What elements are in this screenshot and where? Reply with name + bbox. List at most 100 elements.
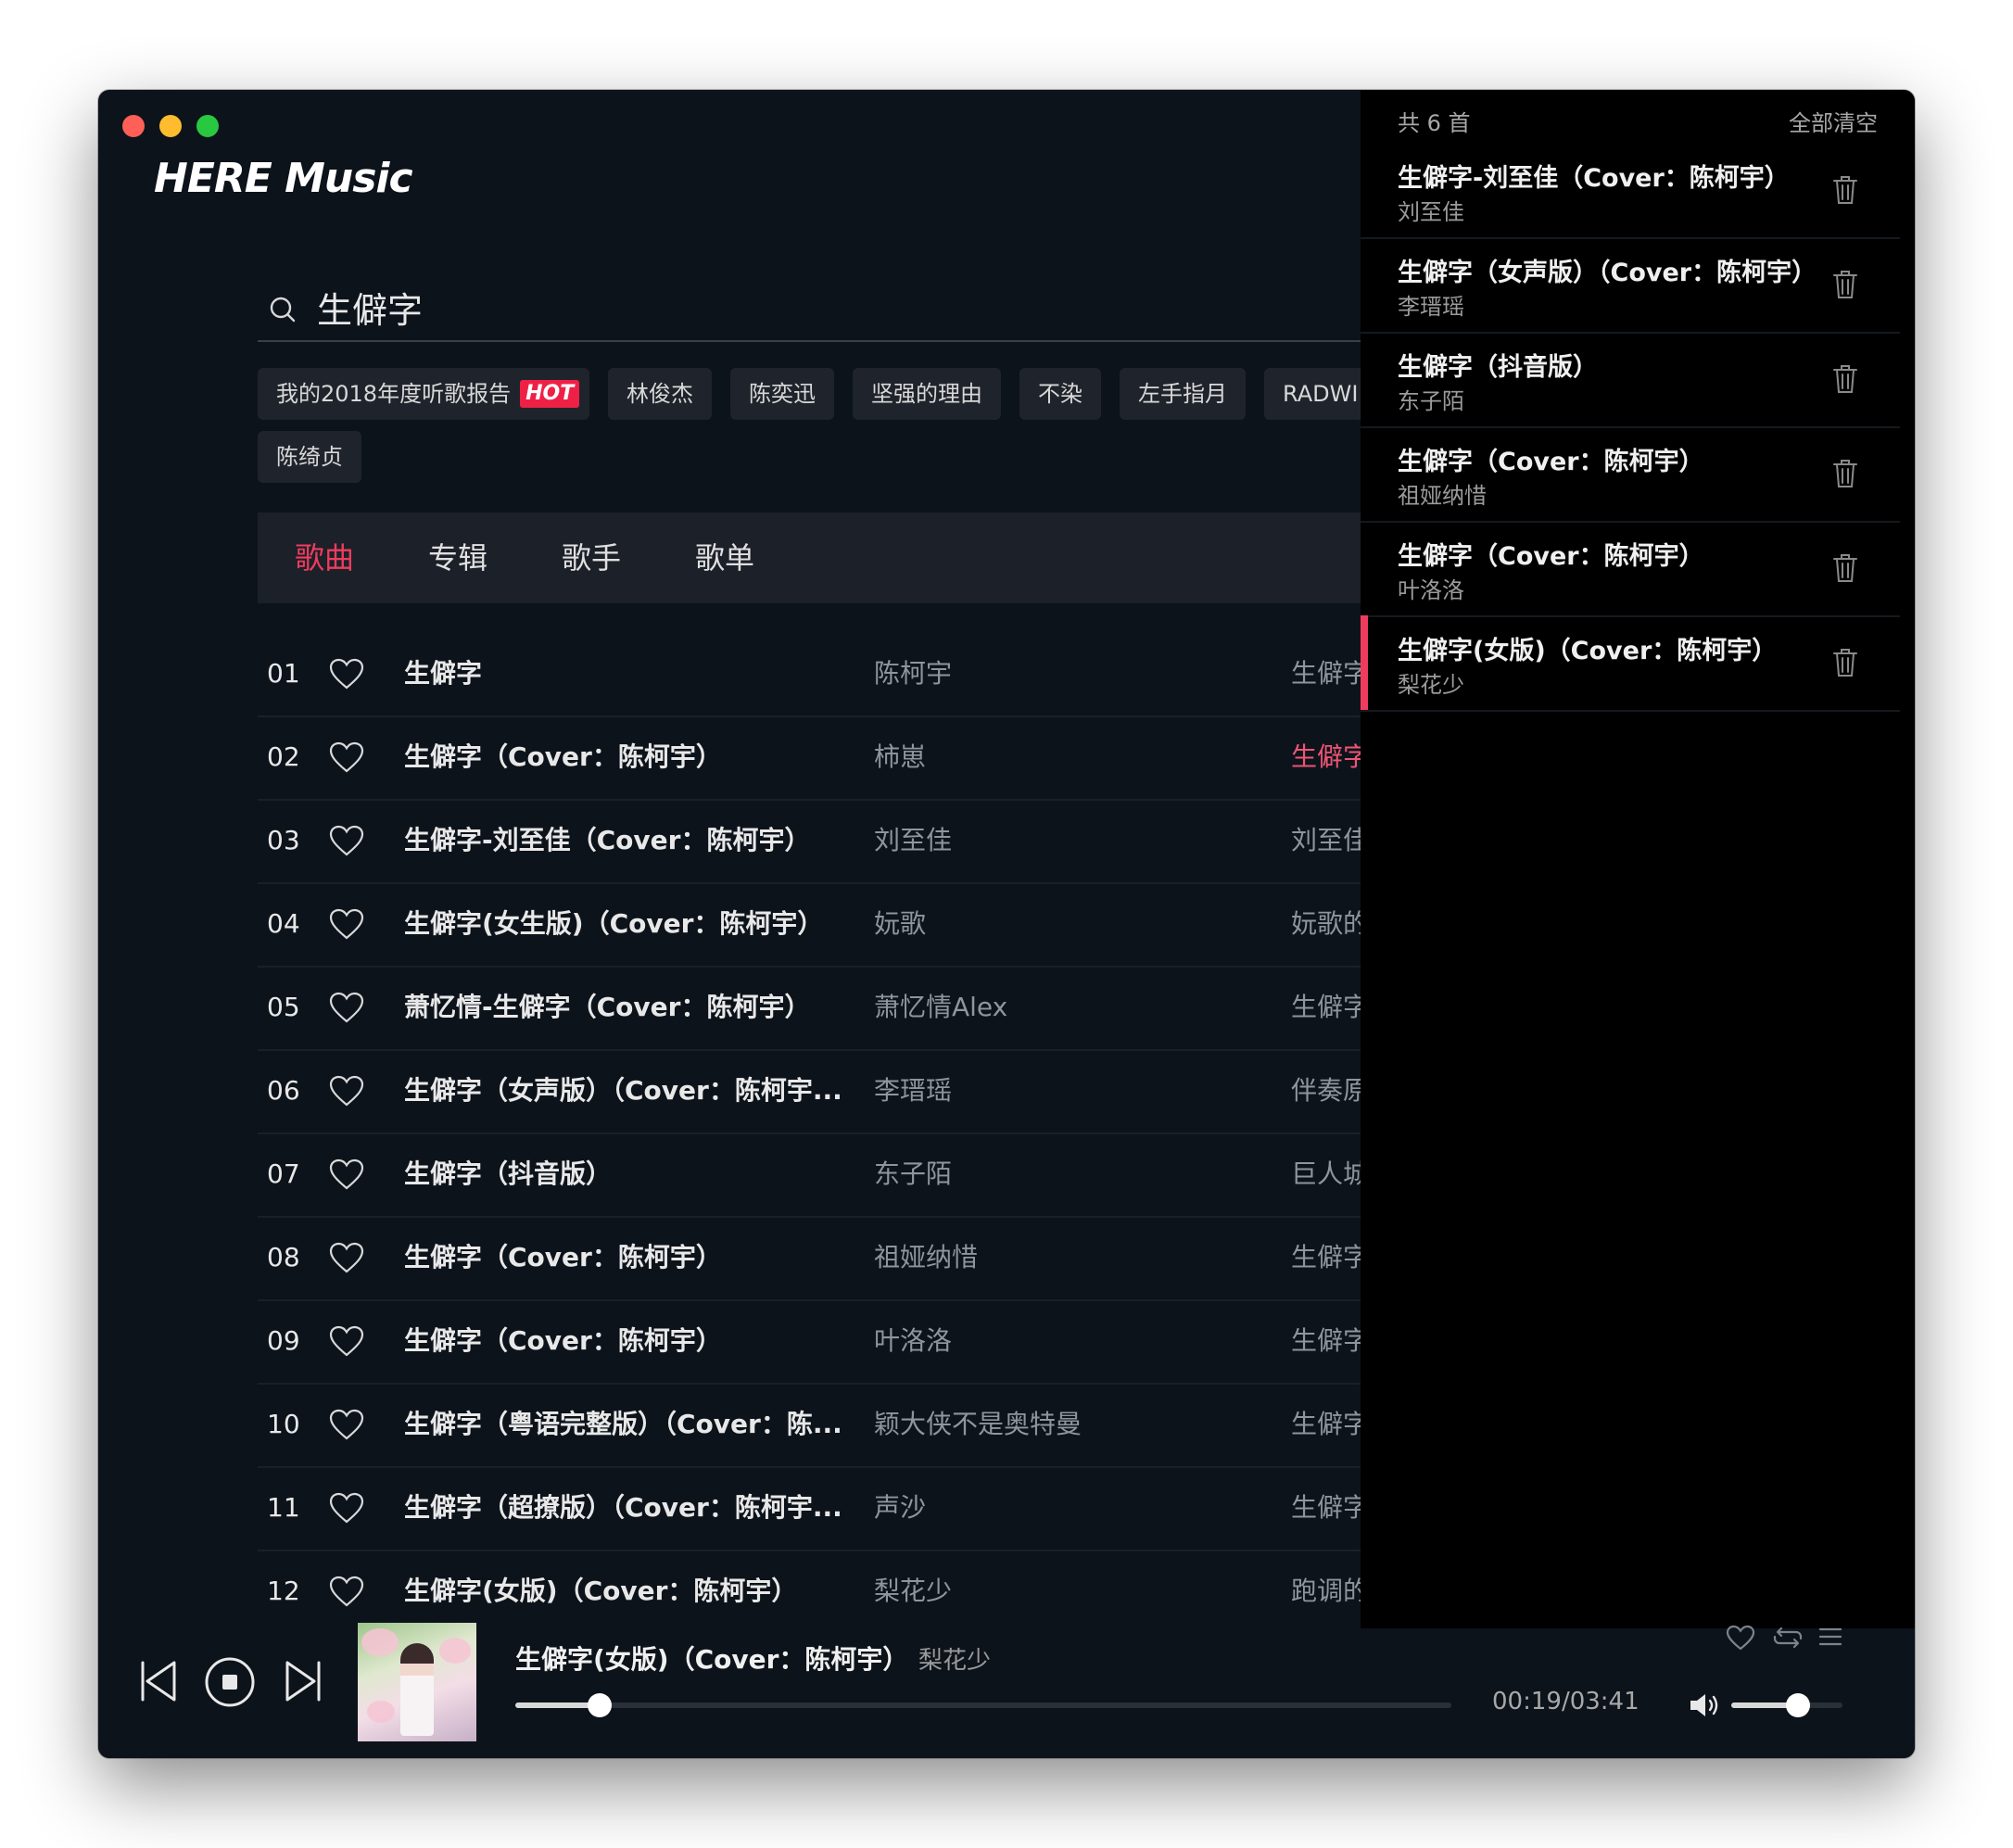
queue-item-title: 生僻字（抖音版）: [1398, 353, 1598, 382]
song-title[interactable]: 生僻字-刘至佳（Cover：陈柯宇）: [404, 799, 849, 882]
search-input[interactable]: [317, 281, 1336, 333]
stop-icon[interactable]: [204, 1656, 256, 1708]
song-row[interactable]: 02 生僻字（Cover：陈柯宇） 柿崽 生僻字: [258, 715, 1462, 801]
song-row[interactable]: 10 生僻字（粤语完整版）（Cover：陈... 颖大侠不是奥特曼 生僻字: [258, 1383, 1462, 1468]
volume-icon[interactable]: [1689, 1691, 1720, 1719]
zoom-window-button[interactable]: [196, 115, 219, 137]
heart-icon[interactable]: [328, 1491, 365, 1525]
song-title[interactable]: 生僻字（Cover：陈柯宇）: [404, 715, 849, 799]
song-artist[interactable]: 颖大侠不是奥特曼: [874, 1383, 1245, 1466]
song-artist[interactable]: 祖娅纳惜: [874, 1216, 1245, 1299]
heart-icon[interactable]: [1726, 1625, 1755, 1651]
volume-slider[interactable]: [1731, 1693, 1842, 1717]
heart-icon[interactable]: [328, 1324, 365, 1358]
song-row[interactable]: 01 生僻字 陈柯宇 生僻字: [258, 632, 1462, 717]
tag-item[interactable]: 陈绮贞: [258, 431, 361, 483]
song-title[interactable]: 生僻字(女生版)（Cover：陈柯宇）: [404, 882, 849, 966]
close-window-button[interactable]: [122, 115, 145, 137]
song-row[interactable]: 03 生僻字-刘至佳（Cover：陈柯宇） 刘至佳 刘至佳: [258, 799, 1462, 884]
total-time: 03:41: [1569, 1688, 1640, 1715]
song-row[interactable]: 06 生僻字（女声版）（Cover：陈柯宇... 李瑨瑶 伴奏原: [258, 1049, 1462, 1134]
tab-albums[interactable]: 专辑: [428, 513, 487, 603]
trash-icon[interactable]: [1831, 363, 1859, 395]
song-title[interactable]: 生僻字（超撩版）（Cover：陈柯宇...: [404, 1466, 849, 1550]
song-title[interactable]: 生僻字（抖音版）: [404, 1133, 849, 1216]
tag-item[interactable]: 陈奕迅: [730, 368, 834, 420]
song-row[interactable]: 05 萧忆情-生僻字（Cover：陈柯宇） 萧忆情Alex 生僻字: [258, 966, 1462, 1051]
search-bar: [258, 275, 1462, 342]
song-row[interactable]: 07 生僻字（抖音版） 东子陌 巨人城: [258, 1133, 1462, 1218]
clear-queue-button[interactable]: 全部清空: [1789, 105, 1878, 137]
queue-count: 共 6 首: [1398, 110, 1471, 136]
song-artist[interactable]: 刘至佳: [874, 799, 1245, 882]
song-title[interactable]: 生僻字（女声版）（Cover：陈柯宇...: [404, 1049, 849, 1133]
previous-icon[interactable]: [139, 1660, 178, 1702]
song-artist[interactable]: 叶洛洛: [874, 1299, 1245, 1383]
heart-icon[interactable]: [328, 907, 365, 941]
song-title[interactable]: 生僻字（Cover：陈柯宇）: [404, 1216, 849, 1299]
playlist-icon[interactable]: [1818, 1625, 1842, 1649]
trash-icon[interactable]: [1831, 458, 1859, 489]
song-title[interactable]: 萧忆情-生僻字（Cover：陈柯宇）: [404, 966, 849, 1049]
heart-icon[interactable]: [328, 1158, 365, 1191]
tab-songs[interactable]: 歌曲: [295, 513, 354, 603]
tag-item[interactable]: 林俊杰: [608, 368, 712, 420]
song-artist[interactable]: 柿崽: [874, 715, 1245, 799]
queue-item[interactable]: 生僻字（Cover：陈柯宇） 叶洛洛: [1361, 521, 1900, 617]
queue-item[interactable]: 生僻字（抖音版） 东子陌: [1361, 332, 1900, 428]
tag-item[interactable]: 坚强的理由: [853, 368, 1001, 420]
song-artist[interactable]: 东子陌: [874, 1133, 1245, 1216]
song-row[interactable]: 09 生僻字（Cover：陈柯宇） 叶洛洛 生僻字: [258, 1299, 1462, 1385]
queue-item[interactable]: 生僻字（女声版）（Cover：陈柯宇） 李瑨瑶: [1361, 237, 1900, 334]
tab-artists[interactable]: 歌手: [562, 513, 621, 603]
heart-icon[interactable]: [328, 740, 365, 774]
heart-icon[interactable]: [328, 1241, 365, 1274]
song-title[interactable]: 生僻字（粤语完整版）（Cover：陈...: [404, 1383, 849, 1466]
repeat-icon[interactable]: [1772, 1625, 1804, 1651]
song-artist[interactable]: 妧歌: [874, 882, 1245, 966]
trash-icon[interactable]: [1831, 552, 1859, 584]
heart-icon[interactable]: [328, 1074, 365, 1108]
minimize-window-button[interactable]: [159, 115, 182, 137]
queue-item[interactable]: 生僻字-刘至佳（Cover：陈柯宇） 刘至佳: [1361, 143, 1900, 239]
trash-icon[interactable]: [1831, 269, 1859, 300]
search-icon: [270, 297, 296, 323]
tag-annual-report[interactable]: 我的2018年度听歌报告 HOT: [258, 368, 589, 420]
volume-knob[interactable]: [1786, 1693, 1810, 1717]
progress-knob[interactable]: [587, 1693, 612, 1717]
heart-icon[interactable]: [328, 1408, 365, 1441]
queue-item-artist: 李瑨瑶: [1398, 294, 1464, 320]
now-playing-artist: 梨花少: [918, 1647, 992, 1675]
player-bar: 生僻字(女版)（Cover：陈柯宇） 梨花少 00:19/03:41: [98, 1623, 1915, 1758]
play-queue-panel: 共 6 首 全部清空 生僻字-刘至佳（Cover：陈柯宇） 刘至佳 生僻字（女声版）…: [1361, 90, 1915, 1628]
queue-item[interactable]: 生僻字（Cover：陈柯宇） 祖娅纳惜: [1361, 426, 1900, 523]
current-time: 00:19: [1492, 1688, 1562, 1715]
song-row[interactable]: 04 生僻字(女生版)（Cover：陈柯宇） 妧歌 妧歌的: [258, 882, 1462, 968]
tag-item[interactable]: RADWI: [1264, 368, 1375, 420]
queue-item-artist: 东子陌: [1398, 388, 1464, 414]
song-row[interactable]: 08 生僻字（Cover：陈柯宇） 祖娅纳惜 生僻字: [258, 1216, 1462, 1301]
song-row[interactable]: 11 生僻字（超撩版）（Cover：陈柯宇... 声沙 生僻字: [258, 1466, 1462, 1551]
queue-item-current[interactable]: 生僻字(女版)（Cover：陈柯宇） 梨花少: [1361, 615, 1900, 712]
song-artist[interactable]: 萧忆情Alex: [874, 966, 1245, 1049]
song-number: 07: [267, 1158, 300, 1189]
song-artist[interactable]: 梨花少: [874, 1550, 1245, 1633]
heart-icon[interactable]: [328, 1575, 365, 1608]
trash-icon[interactable]: [1831, 647, 1859, 678]
heart-icon[interactable]: [328, 824, 365, 857]
trash-icon[interactable]: [1831, 174, 1859, 206]
song-artist[interactable]: 陈柯宇: [874, 632, 1245, 715]
tag-item[interactable]: 不染: [1019, 368, 1101, 420]
heart-icon[interactable]: [328, 657, 365, 690]
progress-bar[interactable]: [515, 1693, 1451, 1717]
tag-item[interactable]: 左手指月: [1120, 368, 1246, 420]
song-title[interactable]: 生僻字(女版)（Cover：陈柯宇）: [404, 1550, 849, 1633]
next-icon[interactable]: [284, 1660, 323, 1702]
song-title[interactable]: 生僻字（Cover：陈柯宇）: [404, 1299, 849, 1383]
album-cover[interactable]: [358, 1623, 476, 1741]
song-title[interactable]: 生僻字: [404, 632, 849, 715]
heart-icon[interactable]: [328, 991, 365, 1024]
tab-playlists[interactable]: 歌单: [695, 513, 754, 603]
song-artist[interactable]: 声沙: [874, 1466, 1245, 1550]
song-artist[interactable]: 李瑨瑶: [874, 1049, 1245, 1133]
